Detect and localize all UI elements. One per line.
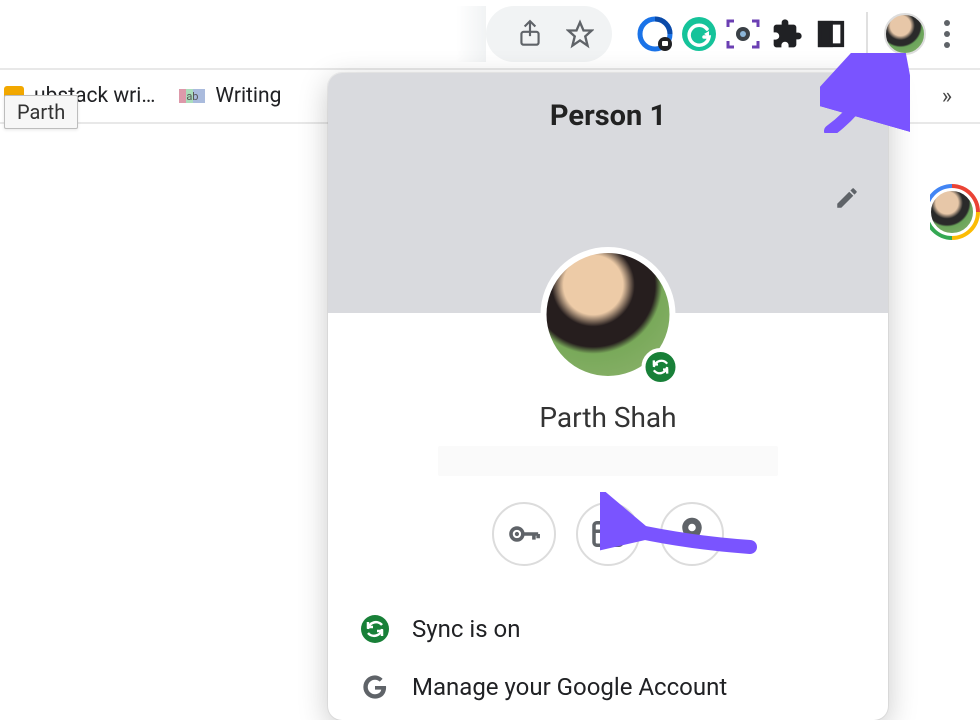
google-account-avatar[interactable]: [924, 184, 980, 240]
bookmarks-overflow[interactable]: »: [942, 84, 952, 109]
profile-user-name: Parth Shah: [328, 401, 888, 434]
star-icon[interactable]: [566, 20, 594, 48]
sync-status-label: Sync is on: [412, 615, 521, 643]
sync-status-item[interactable]: Sync is on: [328, 600, 888, 658]
omnibox-actions: [486, 6, 612, 62]
screenshot-icon[interactable]: [724, 15, 762, 53]
tooltip-text: Parth: [17, 100, 65, 124]
profile-menu-popup: Person 1 Parth Shah Sync is on: [328, 73, 888, 720]
bookmark-label: Writing: [215, 84, 281, 108]
avatar-tooltip: Parth: [4, 95, 78, 129]
extensions-puzzle-icon[interactable]: [768, 15, 806, 53]
grammarly-icon[interactable]: [680, 15, 718, 53]
profile-shortcuts: [328, 502, 888, 566]
tab-square-icon[interactable]: [812, 15, 850, 53]
chrome-menu-button[interactable]: [932, 20, 962, 48]
avatar-image: [928, 188, 976, 236]
manage-account-item[interactable]: Manage your Google Account: [328, 658, 888, 716]
bookmark-writing[interactable]: ab Writing: [179, 84, 281, 108]
profile-avatar-button[interactable]: [884, 13, 926, 55]
profile-main-avatar: [541, 247, 676, 382]
sync-icon: [360, 614, 390, 644]
profile-email-redacted: [438, 446, 778, 476]
manage-account-label: Manage your Google Account: [412, 673, 727, 701]
profile-title: Person 1: [550, 99, 666, 133]
passwords-shortcut[interactable]: [492, 502, 556, 566]
profile-menu-list: Sync is on Manage your Google Account: [328, 600, 888, 716]
payment-methods-shortcut[interactable]: [576, 502, 640, 566]
addresses-shortcut[interactable]: [660, 502, 724, 566]
browser-toolbar: [0, 0, 980, 70]
norton-icon[interactable]: [636, 15, 674, 53]
toolbar-separator: [866, 12, 868, 56]
bookmark-favicon: ab: [179, 89, 205, 103]
sync-badge-icon: [642, 348, 680, 386]
google-g-icon: [360, 672, 390, 702]
edit-profile-button[interactable]: [834, 185, 860, 215]
share-icon[interactable]: [516, 20, 544, 48]
